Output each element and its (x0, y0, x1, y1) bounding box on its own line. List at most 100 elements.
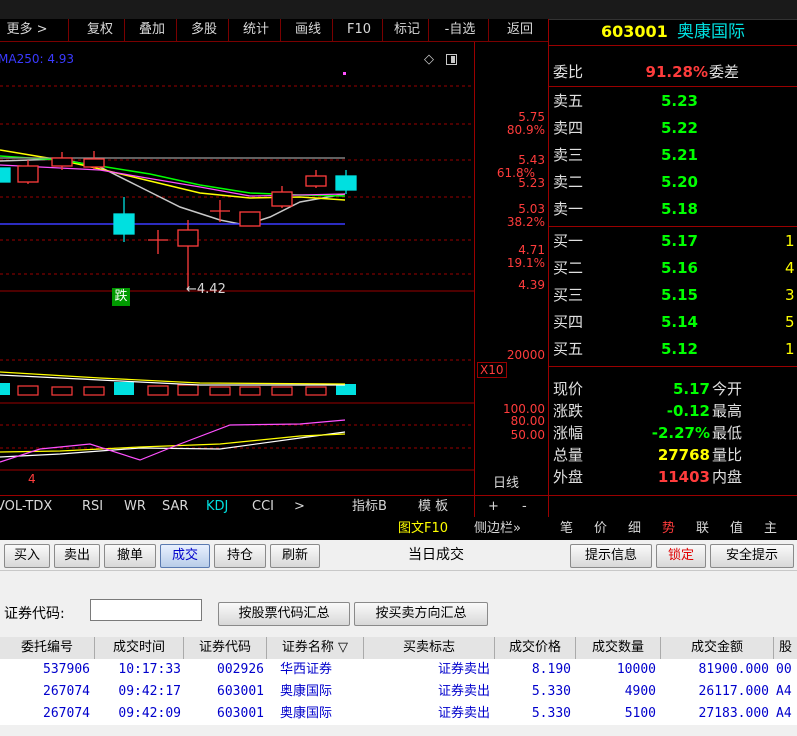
header-fill-qty[interactable]: 成交数量 (576, 637, 661, 659)
toolbar-multistock-button[interactable]: 多股 (180, 19, 229, 41)
price-tick: 5.43 (518, 153, 545, 167)
tab-wr[interactable]: WR (124, 496, 146, 518)
tab-kdj[interactable]: KDJ (206, 496, 228, 518)
tab-sar[interactable]: SAR (162, 496, 188, 518)
toolbar-mark-button[interactable]: 标记 (386, 19, 429, 41)
fill-qty: 5100 (624, 706, 656, 721)
toolbar-more-button[interactable]: 更多 > (0, 19, 69, 41)
settings-diamond-icon[interactable]: ◇ (424, 52, 434, 67)
side: 证券卖出 (437, 706, 490, 721)
header-side[interactable]: 买卖标志 (364, 637, 495, 659)
header-security-name[interactable]: 证券名称 ▽ (267, 637, 364, 659)
summary-by-code-button[interactable]: 按股票代码汇总 (218, 602, 350, 626)
kdj-tick: 50.00 (510, 428, 545, 442)
bid-4-price: 5.14 (660, 313, 698, 331)
header-fill-price[interactable]: 成交价格 (495, 637, 576, 659)
volume-multiplier: X10 (477, 362, 507, 378)
ask-5-price: 5.23 (660, 92, 698, 110)
trade-panel: 买入 卖出 撤单 成交 持仓 刷新 当日成交 提示信息 锁定 安全提示 证券代码… (0, 540, 797, 736)
toolbar-back-button[interactable]: 返回 (492, 19, 549, 41)
current-price-label: 现价 (553, 380, 584, 398)
kline-chart[interactable]: MA250: 4.93 ◇ ←4.42 跌 4 (0, 42, 474, 517)
summary-by-direction-button[interactable]: 按买卖方向汇总 (354, 602, 488, 626)
price-tick: 5.75 (518, 110, 545, 124)
cancel-order-button[interactable]: 撤单 (104, 544, 156, 568)
f10-graphic-button[interactable]: 图文F10 (398, 518, 448, 540)
fill-amount: 27183.000 (698, 706, 769, 721)
tab-trend[interactable]: 势 (662, 518, 675, 540)
change-pct-label: 涨幅 (553, 424, 584, 442)
price-tick: 5.23 (518, 176, 545, 190)
tab-more[interactable]: > (294, 496, 305, 518)
tab-link[interactable]: 联 (696, 518, 709, 540)
high-label: 最高 (712, 402, 743, 420)
security-tips-button[interactable]: 安全提示 (710, 544, 794, 568)
weibi-value: 91.28% (645, 63, 708, 81)
window-toggle-icon[interactable] (446, 54, 457, 65)
header-fill-amount[interactable]: 成交金额 (661, 637, 774, 659)
ask-3-label: 卖三 (553, 146, 584, 164)
header-fill-time[interactable]: 成交时间 (95, 637, 184, 659)
lock-button[interactable]: 锁定 (656, 544, 706, 568)
stats-divider (549, 366, 797, 367)
price-tick: 4.71 (518, 243, 545, 257)
pct-tick: 19.1% (506, 256, 545, 270)
toolbar-stats-button[interactable]: 统计 (232, 19, 281, 41)
bid-3-price: 5.15 (660, 286, 698, 304)
quote-tabs (549, 495, 797, 518)
sidebar-toggle-button[interactable]: 侧边栏» (474, 518, 521, 540)
header-order-id[interactable]: 委托编号 (0, 637, 95, 659)
toolbar-fuquan-button[interactable]: 复权 (76, 19, 125, 41)
tab-value[interactable]: 值 (730, 518, 743, 540)
tab-detail[interactable]: 细 (628, 518, 641, 540)
fill-time: 09:42:17 (118, 684, 181, 699)
order-id: 537906 (43, 662, 90, 677)
tab-cci[interactable]: CCI (252, 496, 274, 518)
pct-tick: 38.2% (506, 215, 545, 229)
holdings-button[interactable]: 持仓 (214, 544, 266, 568)
security-code: 603001 (217, 706, 264, 721)
fill-qty: 4900 (624, 684, 656, 699)
pct-tick: 80.9% (506, 123, 545, 137)
tab-tick[interactable]: 笔 (560, 518, 573, 540)
tab-rsi[interactable]: RSI (82, 496, 103, 518)
fall-badge: 跌 (112, 288, 130, 306)
template-button[interactable]: 模 板 (418, 496, 448, 518)
bid-1-volume: 1 (785, 232, 795, 250)
change-pct-value: -2.27% (651, 424, 710, 442)
sell-button[interactable]: 卖出 (54, 544, 100, 568)
buy-button[interactable]: 买入 (4, 544, 50, 568)
table-row[interactable]: 267074 09:42:09 603001 奥康国际 证券卖出 5.330 5… (0, 703, 797, 725)
tips-button[interactable]: 提示信息 (570, 544, 652, 568)
ask-4-price: 5.22 (660, 119, 698, 137)
tab-main[interactable]: 主 (764, 518, 777, 540)
volume-tick: 20000 (506, 348, 545, 362)
security-code-input[interactable] (90, 599, 202, 621)
bid-5-price: 5.12 (660, 340, 698, 358)
table-row[interactable]: 537906 10:17:33 002926 华西证券 证券卖出 8.190 1… (0, 659, 797, 681)
low-label: 最低 (712, 424, 743, 442)
bid-2-volume: 4 (785, 259, 795, 277)
ask-2-price: 5.20 (660, 173, 698, 191)
zoom-out-button[interactable]: - (522, 496, 527, 518)
tab-vol-tdx[interactable]: VOL-TDX (0, 496, 52, 518)
toolbar-watchlist-button[interactable]: -自选 (432, 19, 489, 41)
ask-3-price: 5.21 (660, 146, 698, 164)
refresh-button[interactable]: 刷新 (270, 544, 320, 568)
toolbar-overlay-button[interactable]: 叠加 (128, 19, 177, 41)
header-account[interactable]: 股 (774, 637, 797, 659)
period-label[interactable]: 日线 (493, 472, 519, 491)
fill-price: 5.330 (531, 706, 571, 721)
kdj-tick: 80.00 (510, 414, 545, 428)
change-label: 涨跌 (553, 402, 584, 420)
ask-2-label: 卖二 (553, 173, 584, 191)
security-name: 华西证券 (280, 662, 333, 677)
toolbar-draw-button[interactable]: 画线 (284, 19, 333, 41)
zoom-in-button[interactable]: + (488, 496, 499, 518)
tab-price[interactable]: 价 (594, 518, 607, 540)
toolbar-f10-button[interactable]: F10 (336, 19, 383, 41)
filled-orders-button[interactable]: 成交 (160, 544, 210, 568)
indicator-b-button[interactable]: 指标B (352, 496, 387, 518)
header-security-code[interactable]: 证券代码 (184, 637, 267, 659)
table-row[interactable]: 267074 09:42:17 603001 奥康国际 证券卖出 5.330 4… (0, 681, 797, 703)
